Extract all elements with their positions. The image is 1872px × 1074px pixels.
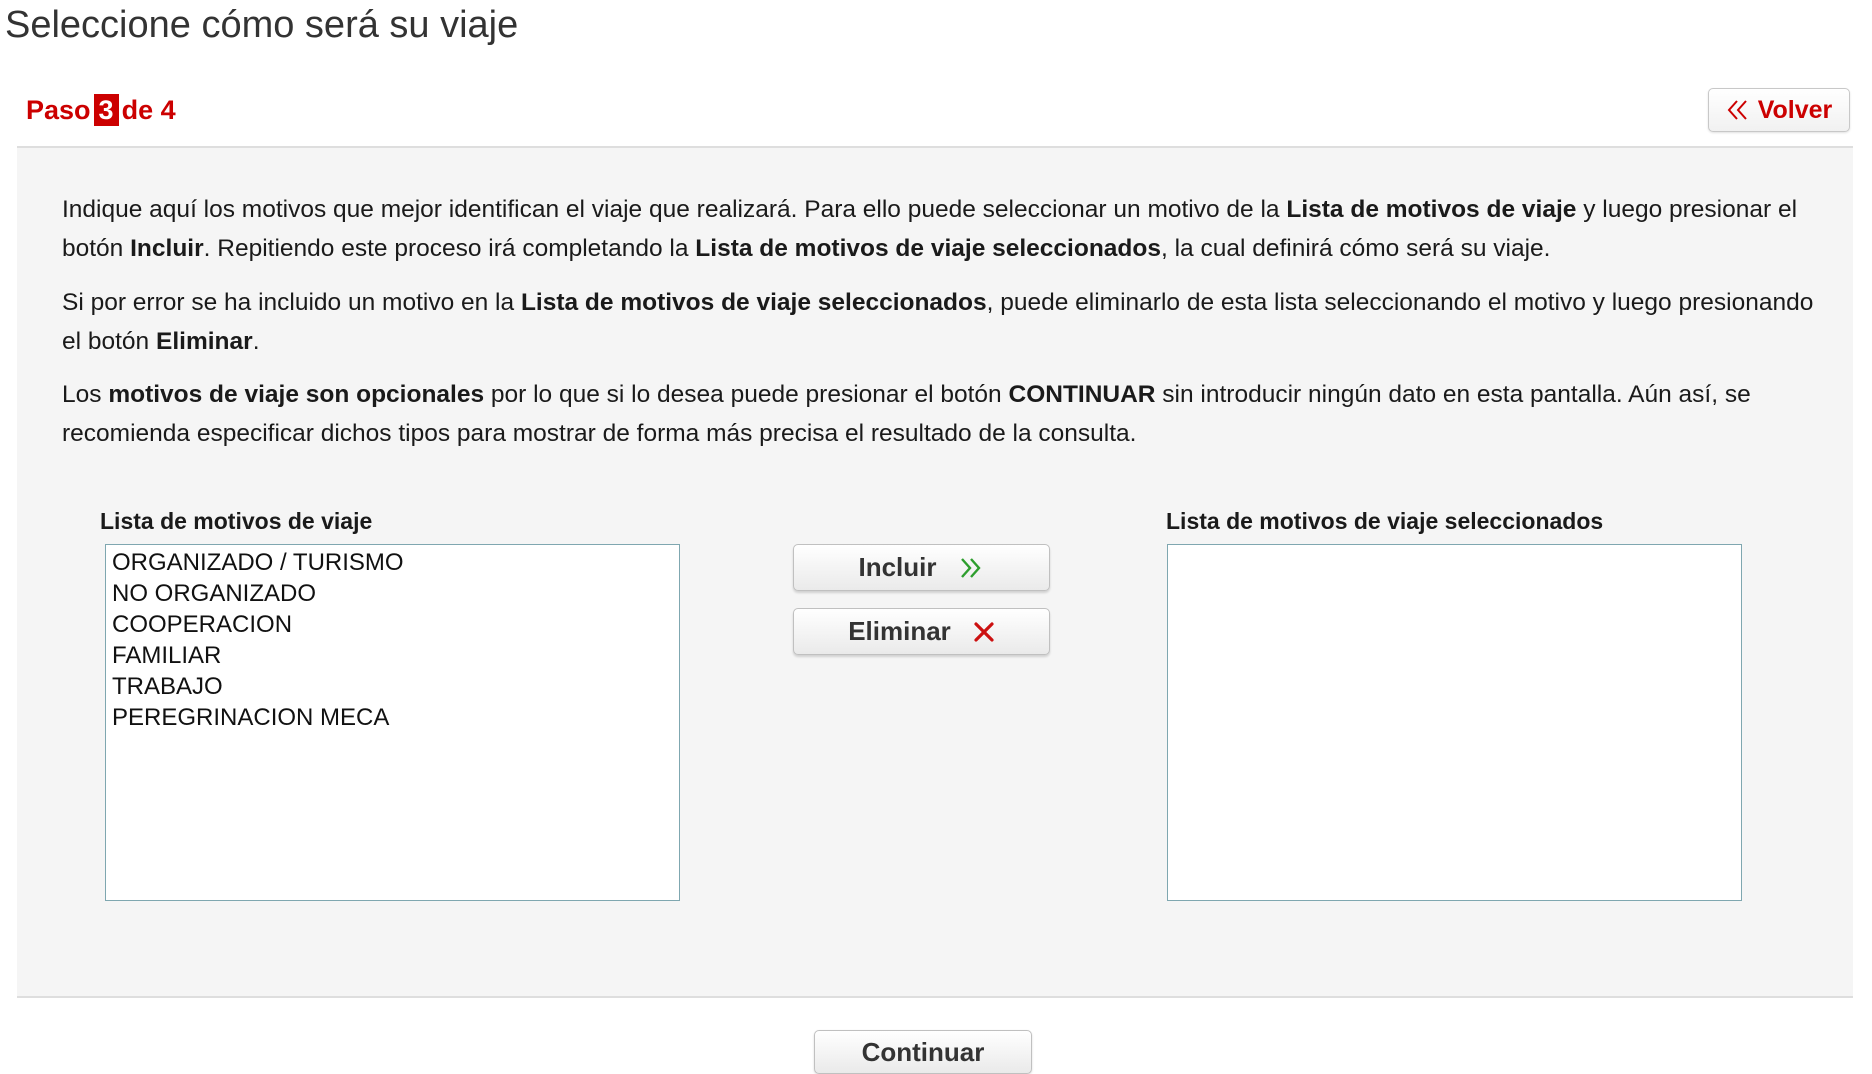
continue-button-label: Continuar xyxy=(861,1037,985,1067)
bold-text: Eliminar xyxy=(156,328,253,355)
remove-button-label: Eliminar xyxy=(848,616,951,646)
instructions-paragraph-1: Indique aquí los motivos que mejor ident… xyxy=(62,190,1822,268)
close-icon xyxy=(973,621,995,643)
list-option[interactable]: FAMILIAR xyxy=(106,640,679,671)
text: por lo que si lo desea puede presionar e… xyxy=(484,381,1009,408)
text: , la cual definirá cómo será su viaje. xyxy=(1160,235,1551,262)
step-total: de 4 xyxy=(121,95,176,125)
selected-list-label: Lista de motivos de viaje seleccionados xyxy=(1166,508,1604,534)
step-indicator: Paso 3 de 4 xyxy=(26,94,176,126)
text: . Repitiendo este proceso irá completand… xyxy=(203,235,696,262)
list-option[interactable]: COOPERACION xyxy=(106,609,679,640)
include-button[interactable]: Incluir xyxy=(793,544,1050,591)
instructions-paragraph-2: Si por error se ha incluido un motivo en… xyxy=(62,283,1822,361)
double-chevron-left-icon xyxy=(1726,99,1750,121)
bold-text: motivos de viaje son opcionales xyxy=(108,381,485,408)
double-chevron-right-icon xyxy=(959,556,985,580)
footer-divider xyxy=(17,996,1853,998)
text: Si por error se ha incluido un motivo en… xyxy=(62,289,521,316)
text: . xyxy=(252,328,260,355)
step-word: Paso xyxy=(26,95,91,125)
available-list-label: Lista de motivos de viaje xyxy=(100,508,373,534)
back-button[interactable]: Volver xyxy=(1708,88,1850,132)
bold-text: CONTINUAR xyxy=(1008,381,1156,408)
bold-text: Incluir xyxy=(130,235,204,262)
available-motives-listbox[interactable]: ORGANIZADO / TURISMO NO ORGANIZADO COOPERA… xyxy=(105,544,680,901)
list-option[interactable]: ORGANIZADO / TURISMO xyxy=(106,547,679,578)
back-button-label: Volver xyxy=(1757,95,1833,124)
page-title: Seleccione cómo será su viaje xyxy=(5,4,519,46)
remove-button[interactable]: Eliminar xyxy=(793,608,1050,655)
bold-text: Lista de motivos de viaje seleccionados xyxy=(695,235,1161,262)
include-button-label: Incluir xyxy=(858,552,937,582)
list-option[interactable]: TRABAJO xyxy=(106,671,679,702)
bold-text: Lista de motivos de viaje seleccionados xyxy=(520,289,987,316)
text: Indique aquí los motivos que mejor ident… xyxy=(62,196,1287,223)
list-option[interactable]: NO ORGANIZADO xyxy=(106,578,679,609)
selected-motives-listbox[interactable] xyxy=(1167,544,1742,901)
text: Los xyxy=(62,381,109,408)
step-current-badge: 3 xyxy=(93,94,119,126)
continue-button[interactable]: Continuar xyxy=(814,1030,1032,1074)
list-option[interactable]: PEREGRINACION MECA xyxy=(106,702,679,733)
bold-text: Lista de motivos de viaje xyxy=(1286,196,1577,223)
instructions-paragraph-3: Los motivos de viaje son opcionales por … xyxy=(62,375,1822,453)
